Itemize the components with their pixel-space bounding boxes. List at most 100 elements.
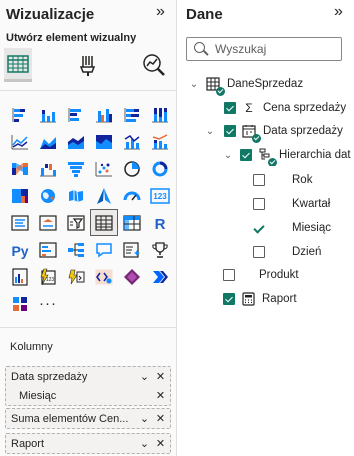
metrics-icon[interactable]: 123 (34, 263, 62, 290)
field-pill-raport[interactable]: Raport ⌄ ✕ (5, 433, 171, 454)
treemap-icon[interactable] (6, 182, 34, 209)
map-icon[interactable] (34, 182, 62, 209)
tree-item-table[interactable]: ⌄ DaneSprzedaz (188, 73, 303, 96)
field-checkbox[interactable] (223, 293, 235, 305)
card-icon[interactable]: 123 (146, 182, 174, 209)
area-chart-icon[interactable] (34, 128, 62, 155)
hierarchy-icon (257, 147, 277, 166)
line-chart-icon[interactable] (6, 128, 34, 155)
format-tab[interactable] (74, 48, 102, 82)
field-pill-data-sprzedazy[interactable]: Data sprzedaży ⌄ ✕ Miesiąc ✕ (5, 366, 171, 406)
analytics-tab[interactable] (140, 48, 168, 82)
donut-chart-icon[interactable] (146, 155, 174, 182)
add-visual-tab[interactable] (4, 48, 32, 82)
svg-text:123: 123 (153, 192, 167, 201)
line-stacked-column-icon[interactable] (146, 128, 174, 155)
stacked-area-chart-icon[interactable] (62, 128, 90, 155)
tree-item-label: Raport (262, 293, 297, 305)
tree-item-label: Dzień (292, 246, 322, 258)
tree-item-produkt[interactable]: Produkt (223, 264, 299, 286)
search-box[interactable] (186, 37, 342, 61)
build-visual-tabs (0, 48, 177, 90)
powerapps-diamond-icon[interactable] (118, 263, 146, 290)
tree-item-label: Hierarchia dat (279, 149, 351, 161)
filled-map-icon[interactable] (62, 182, 90, 209)
get-more-visuals-icon[interactable] (6, 290, 34, 317)
field-checkbox[interactable] (224, 125, 236, 137)
chevron-down-icon[interactable]: ⌄ (204, 126, 216, 137)
visualizations-pane: Wizualizacje » Utwórz element wizualny 1… (0, 0, 177, 456)
tree-item-miesiac[interactable]: Miesiąc (253, 217, 331, 239)
tree-item-cena[interactable]: Σ Cena sprzedaży (224, 97, 346, 119)
line-column-chart-icon[interactable] (118, 128, 146, 155)
tree-item-label: Data sprzedaży (263, 125, 343, 137)
matrix-icon[interactable] (118, 209, 146, 236)
remove-field-icon[interactable]: ✕ (154, 412, 167, 425)
decomposition-tree-icon[interactable] (62, 236, 90, 263)
chevron-arrows-icon[interactable] (146, 263, 174, 290)
tree-item-rok[interactable]: Rok (253, 169, 312, 191)
tree-item-hierarchia[interactable]: ⌄ Hierarchia dat (222, 144, 354, 166)
chevron-down-icon[interactable]: ⌄ (188, 79, 200, 90)
gauge-icon[interactable] (118, 182, 146, 209)
pie-chart-icon[interactable] (118, 155, 146, 182)
field-checkbox[interactable] (253, 174, 265, 186)
chevron-down-icon[interactable]: ⌄ (222, 150, 234, 161)
remove-field-icon[interactable]: ✕ (154, 389, 167, 402)
field-pill-suma-cen[interactable]: Suma elementów Cen... ⌄ ✕ (5, 408, 171, 429)
slicer-icon[interactable] (62, 209, 90, 236)
funnel-chart-icon[interactable] (62, 155, 90, 182)
remove-field-icon[interactable]: ✕ (154, 370, 167, 383)
chevron-down-icon[interactable]: ⌄ (138, 437, 151, 450)
multirow-card-icon[interactable] (6, 209, 34, 236)
ribbon-chart-icon[interactable] (6, 155, 34, 182)
100pct-column-chart-icon[interactable] (146, 101, 174, 128)
data-pane: Dane » ⌄ DaneSprzedaz Σ Cena sprzedaży ⌄… (178, 0, 354, 456)
100pct-bar-chart-icon[interactable] (118, 101, 146, 128)
chevron-down-icon[interactable]: ⌄ (138, 370, 151, 383)
field-checkbox[interactable] (253, 222, 265, 234)
key-influencers-icon[interactable] (34, 236, 62, 263)
field-checkbox[interactable] (253, 246, 265, 258)
scatter-chart-icon[interactable] (90, 155, 118, 182)
tree-item-dzien[interactable]: Dzień (253, 241, 321, 263)
check-badge-icon (216, 87, 225, 96)
search-input[interactable] (215, 42, 335, 56)
field-checkbox[interactable] (224, 102, 236, 114)
more-options-icon[interactable]: ··· (34, 290, 62, 317)
stacked-bar-chart-icon[interactable] (6, 101, 34, 128)
magnifier-chart-icon (143, 54, 165, 76)
chevron-down-icon[interactable]: ⌄ (138, 412, 151, 425)
power-automate-icon[interactable] (90, 263, 118, 290)
table-icon[interactable] (90, 209, 118, 236)
remove-field-icon[interactable]: ✕ (154, 437, 167, 450)
python-visual-icon[interactable]: Py (6, 236, 34, 263)
tree-item-raport[interactable]: Raport (223, 288, 297, 310)
search-icon (194, 41, 209, 57)
smart-narrative-icon[interactable] (118, 236, 146, 263)
check-badge-icon (252, 134, 261, 143)
waterfall-chart-icon[interactable] (34, 155, 62, 182)
stacked-column-chart-icon[interactable] (34, 101, 62, 128)
qa-icon[interactable] (90, 236, 118, 263)
tree-item-data-sprzedazy[interactable]: ⌄ Data sprzedaży (204, 120, 343, 143)
paint-brush-icon (79, 56, 96, 76)
field-checkbox[interactable] (223, 269, 235, 281)
power-apps-icon[interactable] (62, 263, 90, 290)
date-table-icon (241, 123, 261, 143)
paginated-report-icon[interactable] (6, 263, 34, 290)
field-checkbox[interactable] (253, 198, 265, 210)
collapse-data-icon[interactable]: » (334, 3, 343, 21)
tree-item-kwartal[interactable]: Kwartał (253, 193, 330, 215)
trophy-icon[interactable] (146, 236, 174, 263)
collapse-visualizations-icon[interactable]: » (156, 3, 165, 21)
clustered-bar-chart-icon[interactable] (62, 101, 90, 128)
kpi-icon[interactable] (34, 209, 62, 236)
field-checkbox[interactable] (240, 149, 252, 161)
visualizations-title: Wizualizacje (6, 6, 95, 23)
check-badge-icon (268, 158, 277, 166)
100pct-area-chart-icon[interactable] (90, 128, 118, 155)
azure-map-icon[interactable] (90, 182, 118, 209)
r-visual-icon[interactable]: R (146, 209, 174, 236)
clustered-column-chart-icon[interactable] (90, 101, 118, 128)
